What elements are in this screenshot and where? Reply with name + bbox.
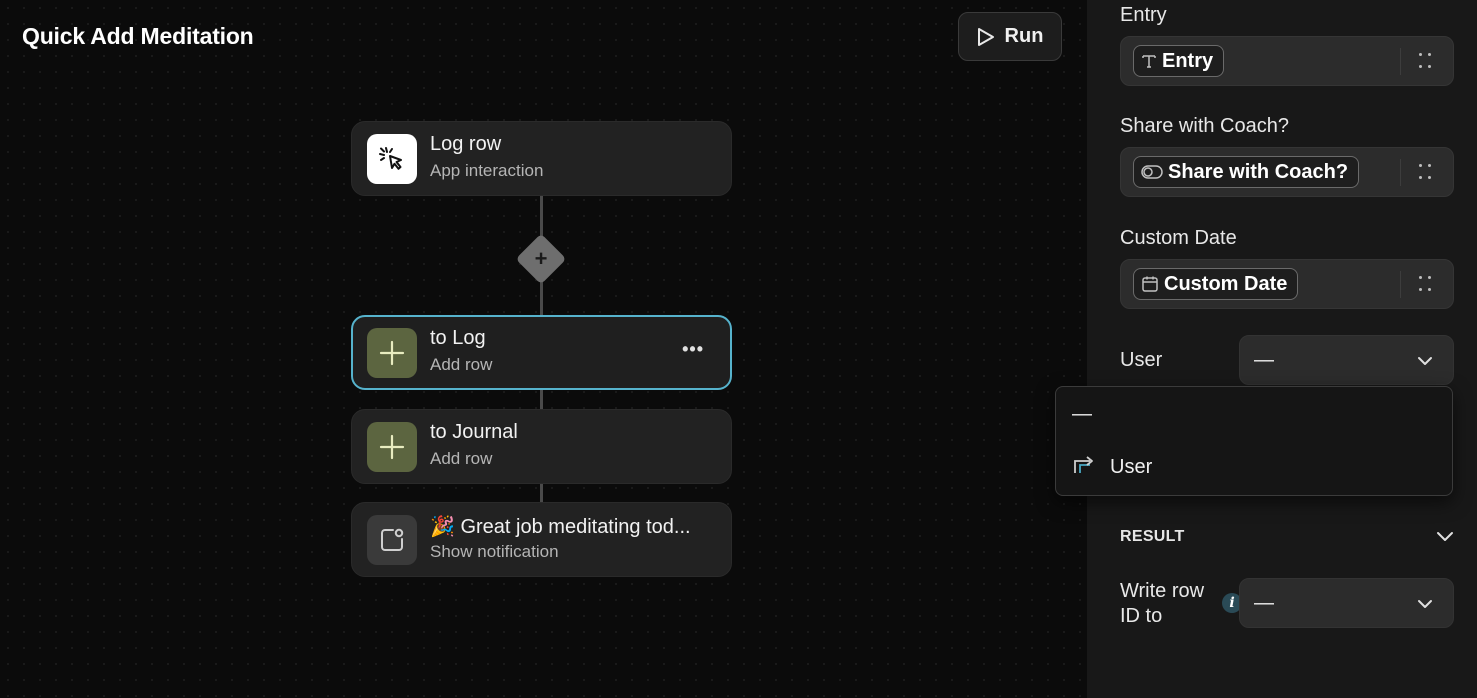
chip-label: Custom Date	[1164, 272, 1288, 295]
field-label-share-with-coach: Share with Coach?	[1120, 115, 1289, 137]
drag-handle-icon[interactable]	[1419, 164, 1433, 182]
node-title: 🎉 Great job meditating tod...	[430, 516, 691, 538]
drag-handle-icon[interactable]	[1419, 276, 1433, 294]
run-button[interactable]: Run	[958, 12, 1062, 61]
node-title: Log row	[430, 133, 502, 155]
run-label: Run	[1004, 25, 1044, 47]
custom-date-chip[interactable]: Custom Date	[1133, 268, 1299, 300]
chevron-down-icon[interactable]	[1436, 530, 1454, 548]
node-subtitle: Show notification	[430, 542, 559, 561]
option-label: —	[1072, 403, 1092, 425]
node-title: to Log	[430, 327, 486, 349]
connector	[540, 389, 543, 410]
custom-date-field[interactable]: Custom Date	[1120, 259, 1454, 309]
trigger-node-log-row[interactable]: Log row App interaction	[351, 121, 732, 196]
drag-handle-icon[interactable]	[1419, 53, 1433, 71]
action-node-to-log[interactable]: to Log Add row •••	[351, 315, 732, 390]
plus-icon	[367, 422, 417, 472]
chevron-down-icon	[1417, 596, 1433, 614]
user-dropdown-menu: — User	[1055, 386, 1453, 496]
plus-icon[interactable]: +	[523, 241, 559, 277]
text-icon	[1141, 53, 1157, 69]
select-value: —	[1254, 349, 1274, 371]
workflow-title: Quick Add Meditation	[22, 23, 254, 49]
node-subtitle: Add row	[430, 355, 493, 374]
write-row-id-select[interactable]: —	[1239, 578, 1454, 628]
chip-label: Entry	[1162, 49, 1214, 72]
chevron-down-icon	[1417, 353, 1433, 371]
node-subtitle: Add row	[430, 449, 493, 468]
entry-field[interactable]: Entry	[1120, 36, 1454, 86]
action-node-notification[interactable]: 🎉 Great job meditating tod... Show notif…	[351, 502, 732, 577]
share-with-coach-chip[interactable]: Share with Coach?	[1133, 156, 1360, 188]
toggle-icon	[1141, 165, 1163, 179]
field-label-entry: Entry	[1120, 4, 1167, 26]
divider	[1400, 159, 1401, 186]
divider	[1400, 48, 1401, 75]
dropdown-option-user[interactable]: User	[1072, 454, 1152, 480]
select-value: —	[1254, 592, 1274, 614]
field-label-write-row-id: Write row ID to	[1120, 580, 1205, 627]
result-section-title: RESULT	[1120, 528, 1185, 545]
entry-chip[interactable]: Entry	[1133, 45, 1225, 77]
play-icon	[977, 27, 995, 47]
calendar-icon	[1141, 275, 1159, 293]
field-label-custom-date: Custom Date	[1120, 227, 1237, 249]
user-select[interactable]: —	[1239, 335, 1454, 385]
divider	[1400, 271, 1401, 298]
dropdown-option-empty[interactable]: —	[1072, 403, 1092, 426]
more-options-icon[interactable]: •••	[682, 340, 704, 358]
node-subtitle: App interaction	[430, 161, 544, 180]
notification-icon	[367, 515, 417, 565]
field-label-user: User	[1120, 349, 1163, 371]
share-with-coach-field[interactable]: Share with Coach?	[1120, 147, 1454, 197]
cursor-click-icon	[367, 134, 417, 184]
connector	[540, 484, 543, 503]
column-arrow-icon	[1072, 454, 1098, 480]
plus-icon	[367, 328, 417, 378]
action-node-to-journal[interactable]: to Journal Add row	[351, 409, 732, 484]
node-title: to Journal	[430, 421, 518, 443]
chip-label: Share with Coach?	[1168, 160, 1349, 183]
option-label: User	[1110, 455, 1153, 478]
